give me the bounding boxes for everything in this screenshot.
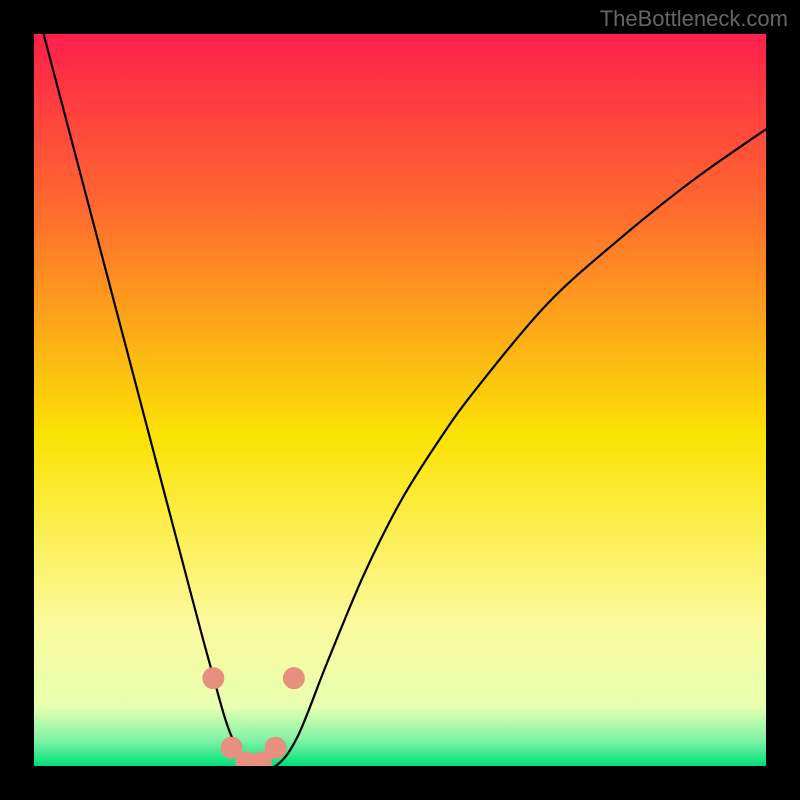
marker-dot [265, 737, 287, 759]
chart-area [34, 34, 766, 766]
chart-background [34, 34, 766, 766]
marker-dot [283, 667, 305, 689]
marker-dot [202, 667, 224, 689]
bottleneck-chart [34, 34, 766, 766]
watermark-text: TheBottleneck.com [600, 6, 788, 32]
